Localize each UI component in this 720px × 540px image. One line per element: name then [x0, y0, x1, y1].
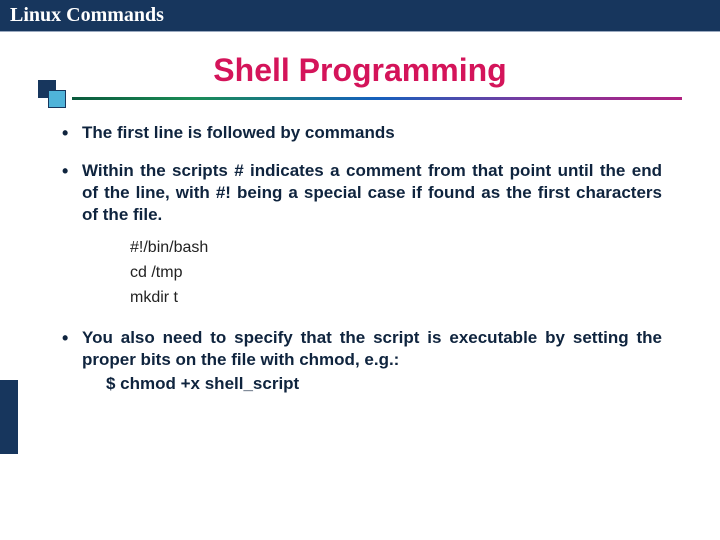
title-area: Shell Programming	[0, 52, 720, 89]
bullet-text: You also need to specify that the script…	[82, 328, 662, 369]
code-block: #!/bin/bash cd /tmp mkdir t	[130, 236, 662, 310]
code-line: cd /tmp	[130, 261, 662, 286]
decorative-boxes-icon	[38, 80, 68, 110]
header-title: Linux Commands	[10, 4, 164, 26]
bullet-text: The first line is followed by commands	[82, 123, 395, 142]
slide-title: Shell Programming	[0, 52, 720, 89]
box-front-icon	[48, 90, 66, 108]
bullet-item: You also need to specify that the script…	[58, 327, 662, 395]
chmod-example: $ chmod +x shell_script	[106, 373, 662, 395]
bullet-item: The first line is followed by commands	[58, 122, 662, 144]
left-side-tab-icon	[0, 380, 18, 454]
bullet-text: Within the scripts # indicates a comment…	[82, 161, 662, 224]
code-line: mkdir t	[130, 286, 662, 311]
code-line: #!/bin/bash	[130, 236, 662, 261]
bullet-list: The first line is followed by commands W…	[58, 122, 662, 395]
header-bar: Linux Commands	[0, 0, 720, 32]
content-area: The first line is followed by commands W…	[0, 100, 720, 395]
bullet-item: Within the scripts # indicates a comment…	[58, 160, 662, 311]
